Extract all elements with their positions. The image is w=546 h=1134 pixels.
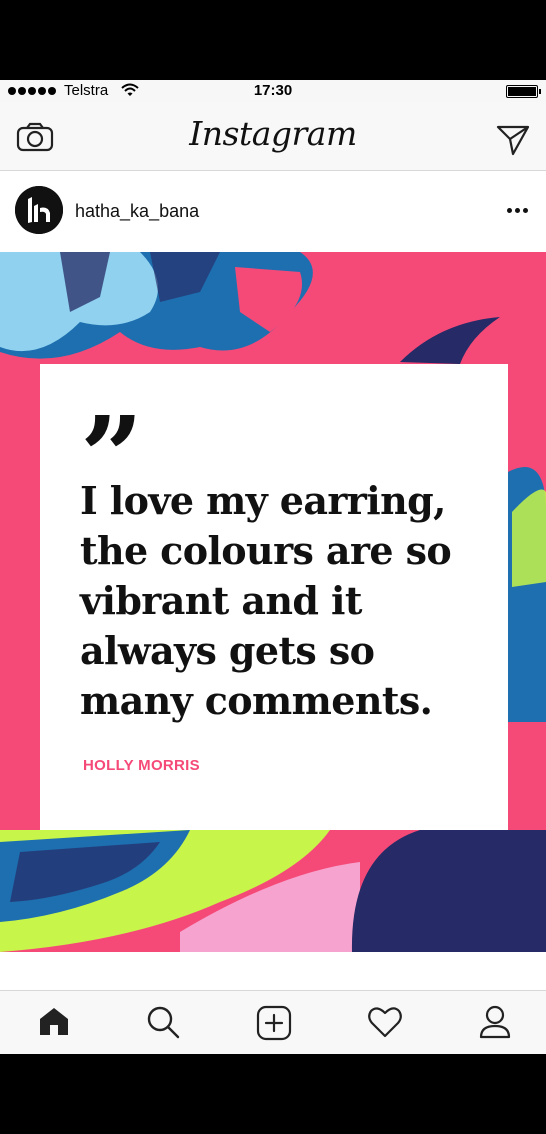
phone-bezel-top <box>0 0 546 80</box>
quote-author: HOLLY MORRIS <box>83 757 200 774</box>
post-image[interactable]: ” I love my earring, the colours are so … <box>0 252 546 952</box>
tab-bar <box>0 990 546 1054</box>
profile-icon[interactable] <box>478 1005 512 1039</box>
battery-icon <box>506 85 541 98</box>
instagram-logo: Instagram <box>189 114 357 153</box>
send-icon[interactable] <box>496 124 530 156</box>
post-header: hatha_ka_bana <box>0 171 546 251</box>
phone-screen: Telstra 17:30 Instagram hatha_ka_bana ” … <box>0 80 546 1054</box>
heart-icon[interactable] <box>367 1005 403 1039</box>
quote-card: ” I love my earring, the colours are so … <box>40 364 508 830</box>
status-bar: Telstra 17:30 <box>0 80 546 102</box>
more-icon[interactable] <box>507 208 528 213</box>
brand-logo <box>15 186 63 234</box>
post-username[interactable]: hatha_ka_bana <box>75 201 199 222</box>
app-header: Instagram <box>0 102 546 171</box>
home-icon[interactable] <box>37 1005 71 1037</box>
clock: 17:30 <box>253 82 293 99</box>
avatar[interactable] <box>15 186 63 234</box>
add-post-icon[interactable] <box>256 1005 292 1041</box>
phone-bezel-bottom <box>0 1054 546 1134</box>
search-icon[interactable] <box>146 1005 180 1039</box>
quote-text: I love my earring, the colours are so vi… <box>80 478 452 723</box>
